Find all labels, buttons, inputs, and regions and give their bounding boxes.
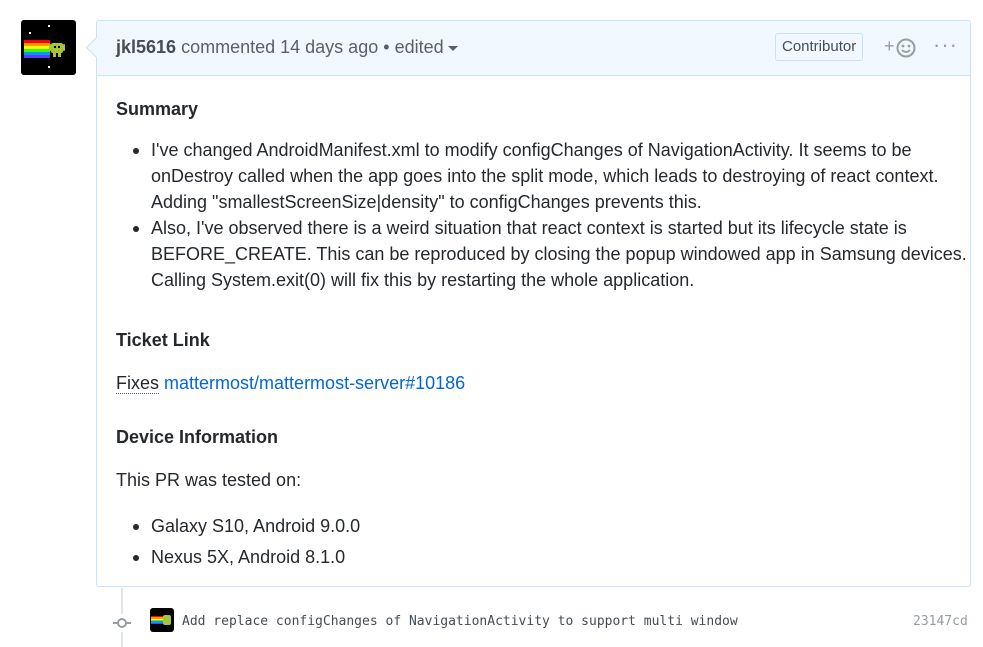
comment-box: jkl5616 commented 14 days ago • edited C…: [96, 20, 971, 587]
comment-header: jkl5616 commented 14 days ago • edited C…: [97, 21, 970, 76]
comment-action: commented: [181, 37, 276, 57]
commit-author-avatar[interactable]: [150, 608, 174, 632]
author-avatar[interactable]: [21, 20, 76, 75]
commit-ring: [117, 618, 127, 628]
summary-heading: Summary: [116, 99, 199, 119]
list-item-line: Also, I've observed there is a weird sit…: [151, 218, 907, 238]
caret-down-icon: [447, 45, 458, 51]
list-item: Also, I've observed there is a weird sit…: [116, 215, 967, 293]
list-item-line: BEFORE_CREATE. This can be reproduced by…: [151, 244, 967, 264]
add-reaction-button[interactable]: +: [884, 36, 918, 60]
list-item-line: I've changed AndroidManifest.xml to modi…: [151, 140, 912, 160]
list-item-line: Adding "smallestScreenSize|density" to c…: [151, 192, 702, 212]
edited-dropdown[interactable]: edited: [395, 37, 458, 57]
meta-separator: •: [383, 37, 390, 57]
contributor-badge: Contributor: [775, 33, 864, 61]
fixes-issue-link[interactable]: mattermost/mattermost-server#10186: [164, 373, 465, 393]
summary-list: I've changed AndroidManifest.xml to modi…: [116, 137, 967, 293]
list-item: Nexus 5X, Android 8.1.0: [116, 544, 360, 570]
device-list: Galaxy S10, Android 9.0.0 Nexus 5X, Andr…: [116, 513, 360, 570]
git-commit-icon: [113, 614, 131, 632]
fixes-paragraph: Fixes mattermost/mattermost-server#10186: [116, 370, 465, 396]
smiley-icon: [896, 38, 916, 58]
list-item-line: onDestroy called when the app goes into …: [151, 166, 939, 186]
star-decoration: [29, 32, 31, 34]
device-heading: Device Information: [116, 427, 279, 447]
list-item: I've changed AndroidManifest.xml to modi…: [116, 137, 967, 215]
fixes-label: Fixes: [116, 373, 160, 394]
list-item: Galaxy S10, Android 9.0.0: [116, 513, 360, 539]
edited-label: edited: [394, 37, 444, 57]
comment-time[interactable]: 14 days ago: [280, 37, 378, 57]
list-item-line: Calling System.exit(0) will fix this by …: [151, 270, 695, 290]
comment-meta: jkl5616 commented 14 days ago • edited: [116, 37, 458, 58]
kebab-horizontal-icon[interactable]: ···: [933, 32, 958, 58]
commit-message-link[interactable]: Add replace configChanges of NavigationA…: [182, 614, 738, 629]
star-decoration: [48, 25, 50, 27]
ticket-heading: Ticket Link: [116, 330, 210, 350]
author-link[interactable]: jkl5616: [116, 37, 176, 57]
android-icon: [49, 43, 65, 57]
android-icon: [163, 615, 171, 625]
plus-label: +: [884, 36, 895, 56]
tested-on-text: This PR was tested on:: [116, 470, 302, 490]
commit-sha-link[interactable]: 23147cd: [913, 614, 968, 629]
avatar-rainbow: [24, 40, 50, 58]
star-decoration: [48, 66, 50, 68]
